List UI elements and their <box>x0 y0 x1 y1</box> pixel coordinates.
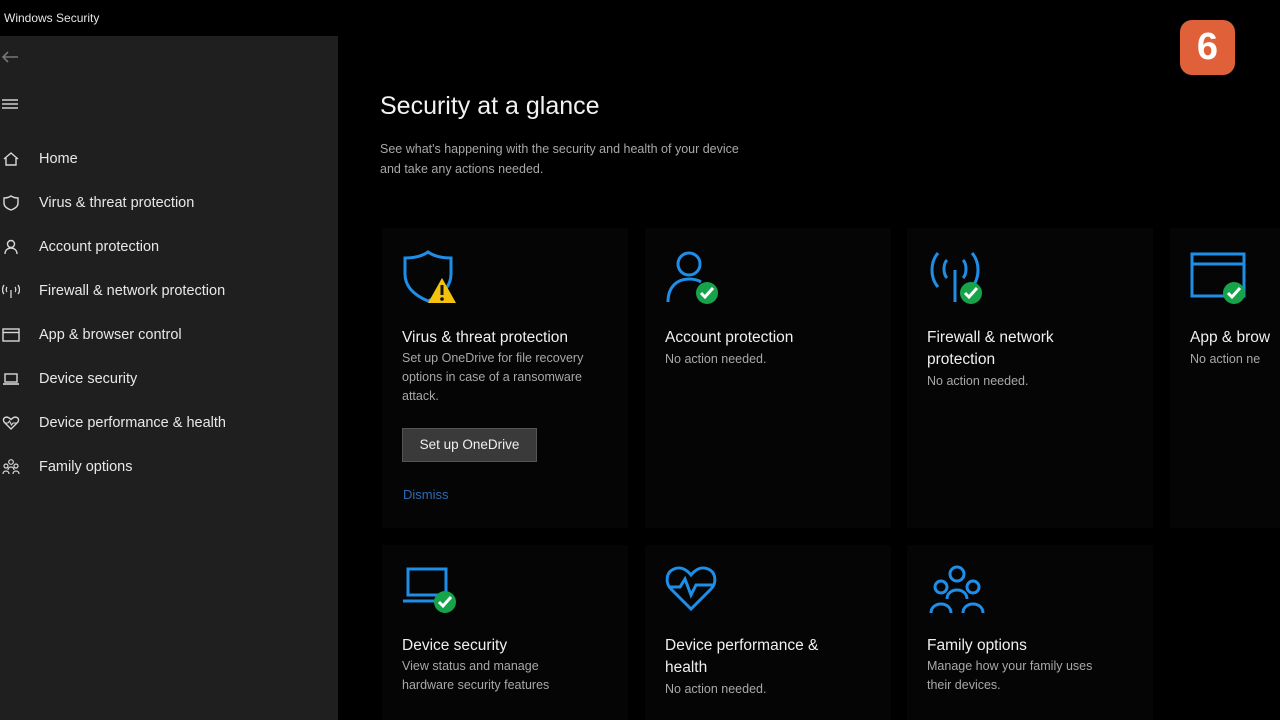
heart-icon <box>2 416 20 430</box>
tile-description-line: options in case of a ransomware <box>402 370 582 384</box>
tile-description: Manage how your family uses their device… <box>927 657 1092 695</box>
watermark-logo-text: 6 <box>1196 26 1219 68</box>
tile-description-line: Set up OneDrive for file recovery <box>402 351 584 365</box>
browser-window-icon <box>2 328 20 342</box>
tile-description: No action needed. <box>927 374 1029 388</box>
tile-app-browser-control[interactable]: App & brow No action ne <box>1170 228 1280 528</box>
sidebar-item-label: Family options <box>39 459 133 475</box>
tile-title: Account protection <box>665 329 794 346</box>
sidebar-item-label: Home <box>39 151 78 167</box>
page-description: See what's happening with the security a… <box>380 139 820 179</box>
sidebar-item-app-browser-control[interactable]: App & browser control <box>0 315 338 355</box>
tile-description: View status and manage hardware security… <box>402 657 549 695</box>
tile-description: No action needed. <box>665 352 767 366</box>
tile-family-options[interactable]: Family options Manage how your family us… <box>907 545 1153 720</box>
hamburger-icon <box>2 99 18 109</box>
tile-title: Family options <box>927 637 1027 654</box>
tile-description-line: hardware security features <box>402 678 550 692</box>
tile-device-security[interactable]: Device security View status and manage h… <box>382 545 628 720</box>
tile-description-line: their devices. <box>927 678 1001 692</box>
tile-device-performance-health[interactable]: Device performance & health No action ne… <box>645 545 891 720</box>
tile-description-line: attack. <box>402 389 439 403</box>
sidebar-item-virus-threat-protection[interactable]: Virus & threat protection <box>0 183 338 223</box>
page-description-line: See what's happening with the security a… <box>380 142 739 156</box>
antenna-icon <box>2 284 20 298</box>
laptop-icon <box>3 373 19 385</box>
family-icon <box>2 459 20 475</box>
shield-warning-icon <box>403 250 456 303</box>
tile-description-line: View status and manage <box>402 659 539 673</box>
person-check-icon <box>666 251 718 304</box>
sidebar-item-label: Virus & threat protection <box>39 195 195 211</box>
dismiss-link[interactable]: Dismiss <box>403 487 449 502</box>
sidebar-item-family-options[interactable]: Family options <box>0 447 338 487</box>
back-arrow-icon <box>1 51 18 63</box>
set-up-onedrive-button[interactable]: Set up OneDrive <box>402 428 537 462</box>
sidebar-item-label: App & browser control <box>39 327 182 343</box>
menu-toggle-button[interactable] <box>2 96 18 112</box>
tile-title-line: Device performance & <box>665 637 819 654</box>
sidebar-item-home[interactable]: Home <box>0 139 338 179</box>
sidebar-item-label: Device performance & health <box>39 415 226 431</box>
tile-account-protection[interactable]: Account protection No action needed. <box>645 228 891 528</box>
tile-title: App & brow <box>1190 329 1271 346</box>
sidebar-item-account-protection[interactable]: Account protection <box>0 227 338 267</box>
family-icon <box>929 565 985 614</box>
tile-title: Device security <box>402 637 508 654</box>
tile-title: Virus & threat protection <box>402 329 568 346</box>
tile-firewall-network-protection[interactable]: Firewall & network protection No action … <box>907 228 1153 528</box>
tile-title: Device performance & health <box>665 635 818 679</box>
tile-title-line: protection <box>927 351 996 368</box>
sidebar-item-label: Account protection <box>39 239 160 255</box>
tile-title-line: health <box>665 659 708 676</box>
laptop-check-icon <box>403 567 456 613</box>
browser-window-check-icon <box>1190 252 1246 304</box>
heart-pulse-icon <box>665 566 717 612</box>
back-button[interactable] <box>0 46 24 68</box>
tile-title-line: Firewall & network <box>927 329 1054 346</box>
tile-description: Set up OneDrive for file recovery option… <box>402 349 583 406</box>
antenna-check-icon <box>930 252 982 304</box>
window-title: Windows Security <box>4 11 100 25</box>
person-icon <box>4 239 18 255</box>
tile-description: No action needed. <box>665 682 767 696</box>
shield-icon <box>3 195 19 211</box>
sidebar-item-label: Device security <box>39 371 138 387</box>
title-bar: Windows Security <box>0 0 1280 36</box>
page-title: Security at a glance <box>380 92 600 120</box>
page-description-line: and take any actions needed. <box>380 162 544 176</box>
sidebar-item-device-performance-health[interactable]: Device performance & health <box>0 403 338 443</box>
sidebar-item-firewall-network-protection[interactable]: Firewall & network protection <box>0 271 338 311</box>
tile-description-line: Manage how your family uses <box>927 659 1093 673</box>
tile-description: No action ne <box>1190 352 1261 366</box>
home-icon <box>3 152 19 166</box>
watermark-logo: 6 <box>1180 20 1235 75</box>
tile-virus-threat-protection[interactable]: Virus & threat protection Set up OneDriv… <box>382 228 628 528</box>
tile-title: Firewall & network protection <box>927 327 1054 371</box>
sidebar-item-label: Firewall & network protection <box>39 283 226 299</box>
sidebar-item-device-security[interactable]: Device security <box>0 359 338 399</box>
